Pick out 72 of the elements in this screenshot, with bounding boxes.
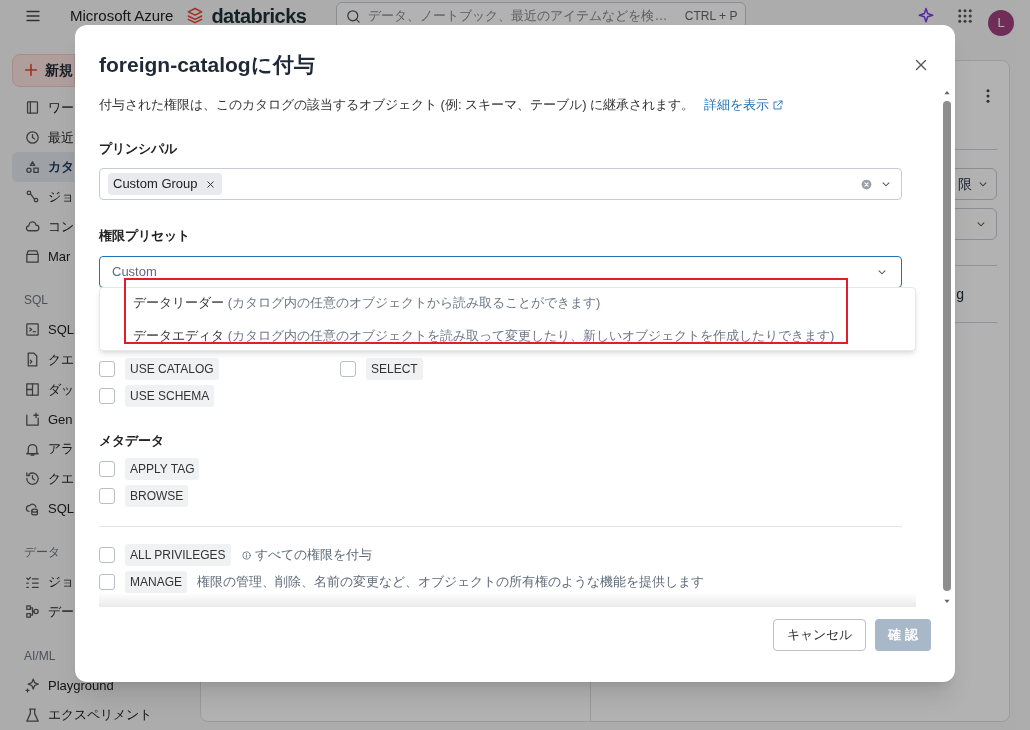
checkbox[interactable] (340, 360, 356, 377)
terminal-icon (24, 321, 41, 339)
description-text: 付与された権限は、このカタログの該当するオブジェクト (例: スキーマ、テーブル) に継承されます。 (99, 96, 695, 114)
privilege-name: USE CATALOG (125, 357, 219, 380)
apps-grid-icon[interactable] (956, 7, 974, 25)
external-link-icon (772, 98, 785, 111)
section-heading: SQL (24, 292, 48, 310)
principal-field[interactable]: Custom Group (99, 168, 902, 200)
checkbox[interactable] (99, 574, 115, 590)
search-placeholder: データ、ノートブック、最近のアイテムなどを検… (368, 7, 668, 26)
scroll-down-icon[interactable] (943, 597, 951, 605)
details-link[interactable]: 詳細を表示 (704, 95, 785, 115)
sidebar-item[interactable]: クエ (12, 344, 74, 375)
sidebar-item[interactable]: コン (12, 211, 74, 242)
grid-icon (24, 381, 41, 398)
privilege-name: BROWSE (125, 485, 189, 507)
store-icon (24, 247, 41, 265)
sidebar-item[interactable]: デー (12, 597, 74, 627)
avatar[interactable]: L (988, 10, 1014, 36)
sidebar-item[interactable]: SQL (12, 493, 74, 524)
sidebar-item[interactable]: エクスペリメント (12, 700, 152, 730)
principal-tag[interactable]: Custom Group (108, 173, 222, 195)
dialog-title: foreign-catalogに付与 (99, 52, 315, 79)
table-cell-text: g (956, 284, 964, 304)
clock-icon (24, 128, 41, 146)
plus-icon (23, 62, 39, 79)
sidebar-item[interactable]: SQL (12, 315, 74, 345)
privilege-name: SELECT (366, 357, 423, 380)
sidebar-item[interactable]: 最近 (12, 122, 74, 153)
brand-name: databricks (211, 4, 307, 29)
privilege-name: ALL PRIVILEGES (125, 544, 231, 566)
sidebar-item[interactable]: クエ (12, 463, 74, 494)
checkbox[interactable] (99, 461, 115, 477)
cloud-database-icon (24, 500, 41, 518)
sidebar-item[interactable]: Mar (12, 241, 71, 272)
sidebar-item[interactable]: カタ (12, 152, 74, 183)
sidebar-item[interactable]: Playground (12, 670, 114, 701)
sidebar-item[interactable]: アラ (12, 434, 74, 464)
field-label: 権限プリセット (99, 227, 191, 245)
clear-icon[interactable] (860, 177, 873, 191)
flask-icon (24, 706, 41, 724)
chart-plus-icon (24, 410, 41, 428)
sidebar-item[interactable]: ジョ (12, 182, 74, 212)
checkbox[interactable] (99, 547, 115, 563)
cancel-button[interactable]: キャンセル (773, 618, 867, 651)
product-name: Microsoft Azure (70, 5, 174, 26)
section-heading: AI/ML (24, 647, 56, 665)
menu-option[interactable]: データリーダー (カタログ内の任意のオブジェクトから読み取ることができます) (133, 293, 915, 313)
sidebar-item[interactable]: Gen (12, 404, 73, 435)
checkbox[interactable] (99, 360, 115, 377)
section-heading: データ (24, 544, 60, 562)
privilege-description: 権限の管理、削除、名前の変更など、オブジェクトの所有権のような機能を提供します (197, 573, 704, 591)
section-heading: メタデータ (99, 431, 164, 450)
history-icon (24, 470, 41, 488)
pipeline-icon (24, 603, 41, 621)
sidebar-item[interactable]: ダッ (12, 374, 74, 405)
scroll-up-icon[interactable] (943, 89, 951, 97)
search-icon (345, 7, 363, 25)
privilege-name: APPLY TAG (125, 458, 200, 480)
shapes-icon (24, 158, 41, 176)
shortcut-hint: CTRL + P (684, 8, 738, 25)
checkbox[interactable] (99, 488, 115, 504)
privilege-name: MANAGE (125, 571, 187, 593)
book-icon (24, 99, 41, 117)
sidebar-item[interactable]: ワー (12, 92, 74, 123)
sidebar-item[interactable]: ジョ (12, 567, 74, 597)
new-button[interactable]: 新規 (12, 54, 75, 87)
privilege-name: USE SCHEMA (125, 384, 215, 407)
privilege-description: すべての権限を付与 (254, 546, 372, 564)
sparkle-icon (24, 676, 41, 694)
field-label: プリンシパル (99, 139, 178, 158)
checkbox[interactable] (99, 387, 115, 404)
